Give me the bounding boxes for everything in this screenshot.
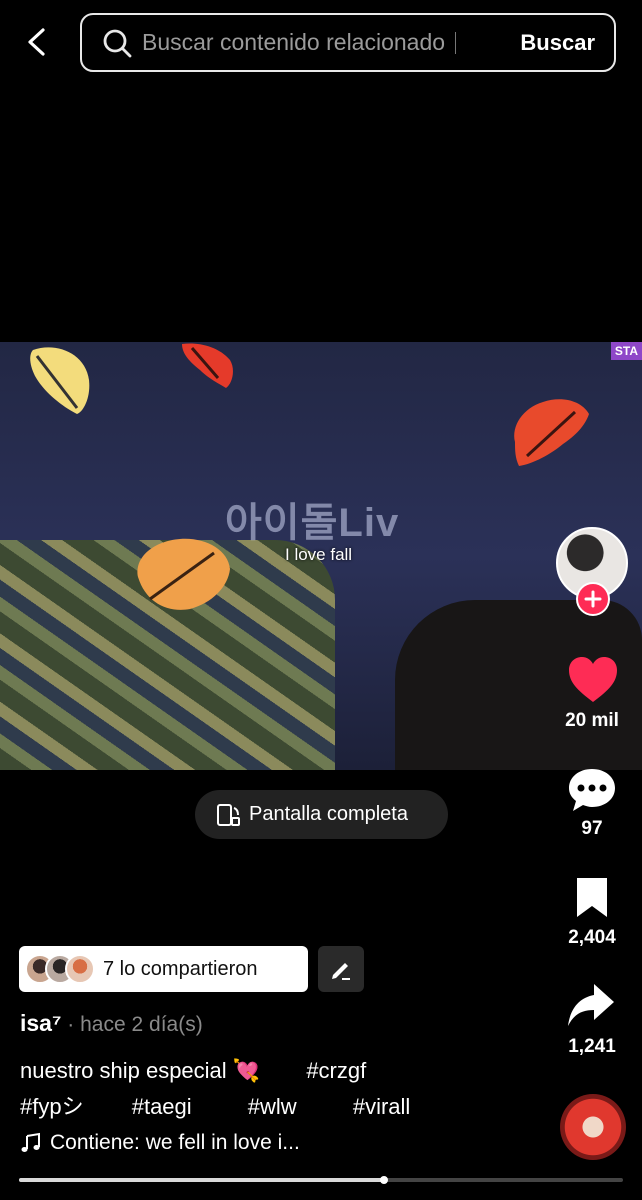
description-text: nuestro ship especial 💘	[20, 1058, 261, 1083]
plus-icon	[584, 590, 602, 608]
music-disc[interactable]	[560, 1094, 626, 1160]
shares-count: 1,241	[568, 1036, 616, 1057]
leaf-sticker-yellow	[30, 347, 90, 414]
fullscreen-button[interactable]: Pantalla completa	[195, 790, 448, 839]
video-caption-overlay: I love fall	[285, 545, 353, 564]
bookmark-icon[interactable]	[574, 875, 610, 919]
back-button[interactable]	[18, 22, 58, 62]
description-line-1: nuestro ship especial 💘 #crzgf	[20, 1058, 366, 1084]
likes-count: 20 mil	[565, 710, 619, 731]
hashtag[interactable]: #fypシ	[20, 1094, 84, 1119]
search-icon	[103, 29, 132, 57]
author-line: isa⁷ · hace 2 día(s)	[20, 1010, 203, 1037]
leaf-sticker-red-top	[182, 343, 233, 388]
edit-button[interactable]	[318, 946, 364, 992]
music-note-icon	[21, 1132, 40, 1152]
progress-fill	[19, 1178, 385, 1182]
video-banner-text: 아이돌Liv	[225, 501, 400, 545]
hashtag[interactable]: #crzgf	[306, 1058, 366, 1083]
heart-icon[interactable]	[567, 656, 619, 704]
hashtag[interactable]: #wlw	[248, 1094, 297, 1119]
video-corner-tag: STA	[610, 342, 642, 360]
search-bar[interactable]: Buscar contenido relacionado Buscar	[80, 13, 616, 72]
fullscreen-label: Pantalla completa	[249, 803, 408, 825]
sharer-avatar	[65, 954, 95, 984]
pencil-icon	[332, 963, 350, 980]
post-time: · hace 2 día(s)	[61, 1013, 203, 1036]
follow-button[interactable]	[576, 582, 610, 616]
leaf-sticker-orange	[137, 538, 230, 610]
shared-by-pill[interactable]: 7 lo compartieron	[19, 946, 308, 992]
saves-count: 2,404	[568, 927, 616, 948]
comments-count: 97	[581, 818, 603, 839]
hashtag[interactable]: #virall	[353, 1094, 410, 1119]
video-progress-bar[interactable]	[19, 1176, 623, 1184]
comment-icon[interactable]	[567, 765, 617, 815]
search-button[interactable]: Buscar	[520, 30, 595, 56]
leaf-sticker-red-right	[514, 399, 589, 466]
music-line[interactable]: Contiene: we fell in love i...	[20, 1131, 300, 1155]
music-label: Contiene: we fell in love i...	[50, 1131, 300, 1154]
search-divider	[455, 31, 457, 54]
share-icon[interactable]	[566, 982, 616, 1030]
description-line-2: #fypシ #taegi #wlw #virall	[20, 1089, 410, 1121]
shared-label: 7 lo compartieron	[103, 957, 258, 980]
rotate-screen-icon	[217, 803, 240, 826]
chevron-left-icon	[28, 28, 45, 56]
hashtag[interactable]: #taegi	[132, 1094, 192, 1119]
author-name[interactable]: isa⁷	[20, 1010, 61, 1036]
progress-knob[interactable]	[380, 1176, 389, 1184]
search-input[interactable]: Buscar contenido relacionado	[142, 29, 445, 56]
